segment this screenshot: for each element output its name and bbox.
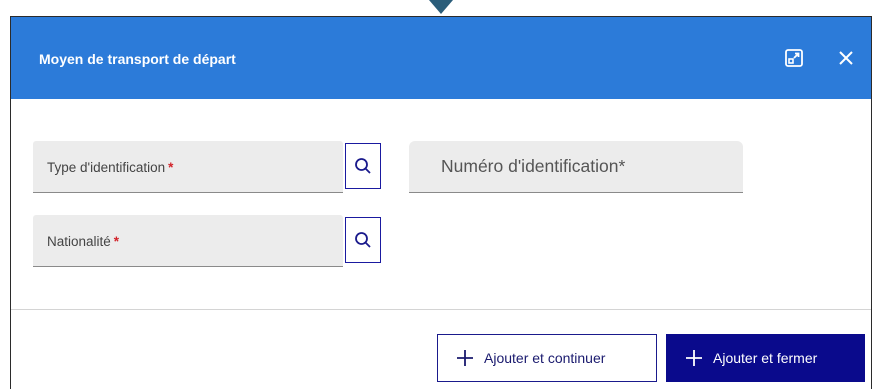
dialog-footer: Ajouter et continuer Ajouter et fermer [11,309,871,389]
expand-icon [785,49,803,67]
required-asterisk: * [113,234,120,249]
plus-icon [456,349,474,367]
add-and-continue-label: Ajouter et continuer [484,350,606,366]
add-and-close-button[interactable]: Ajouter et fermer [666,334,865,382]
numero-identification-field[interactable]: Numéro d'identification* [409,141,743,193]
plus-icon [685,349,703,367]
type-identification-lookup-button[interactable] [345,143,381,189]
nationalite-label: Nationalité * [47,234,120,249]
close-icon [839,51,853,65]
required-asterisk: * [618,156,626,176]
search-icon [355,158,371,174]
required-asterisk: * [168,160,174,175]
nationalite-field[interactable]: Nationalité * [33,215,343,267]
close-button[interactable] [833,45,859,71]
dialog-body: Type d'identification * Numéro d'identifi… [11,99,871,309]
add-and-close-label: Ajouter et fermer [713,350,818,366]
type-identification-field[interactable]: Type d'identification * [33,141,343,193]
dialog-title: Moyen de transport de départ [39,51,236,67]
type-identification-label: Type d'identification * [47,160,174,175]
dropdown-pointer-arrow [429,0,453,14]
numero-identification-label: Numéro d'identification* [441,156,626,176]
search-icon [355,232,371,248]
departure-transport-dialog: Moyen de transport de départ Type d'iden… [10,16,872,389]
dialog-header: Moyen de transport de départ [11,17,871,99]
expand-button[interactable] [781,45,807,71]
add-and-continue-button[interactable]: Ajouter et continuer [437,334,657,382]
nationalite-lookup-button[interactable] [345,217,381,263]
